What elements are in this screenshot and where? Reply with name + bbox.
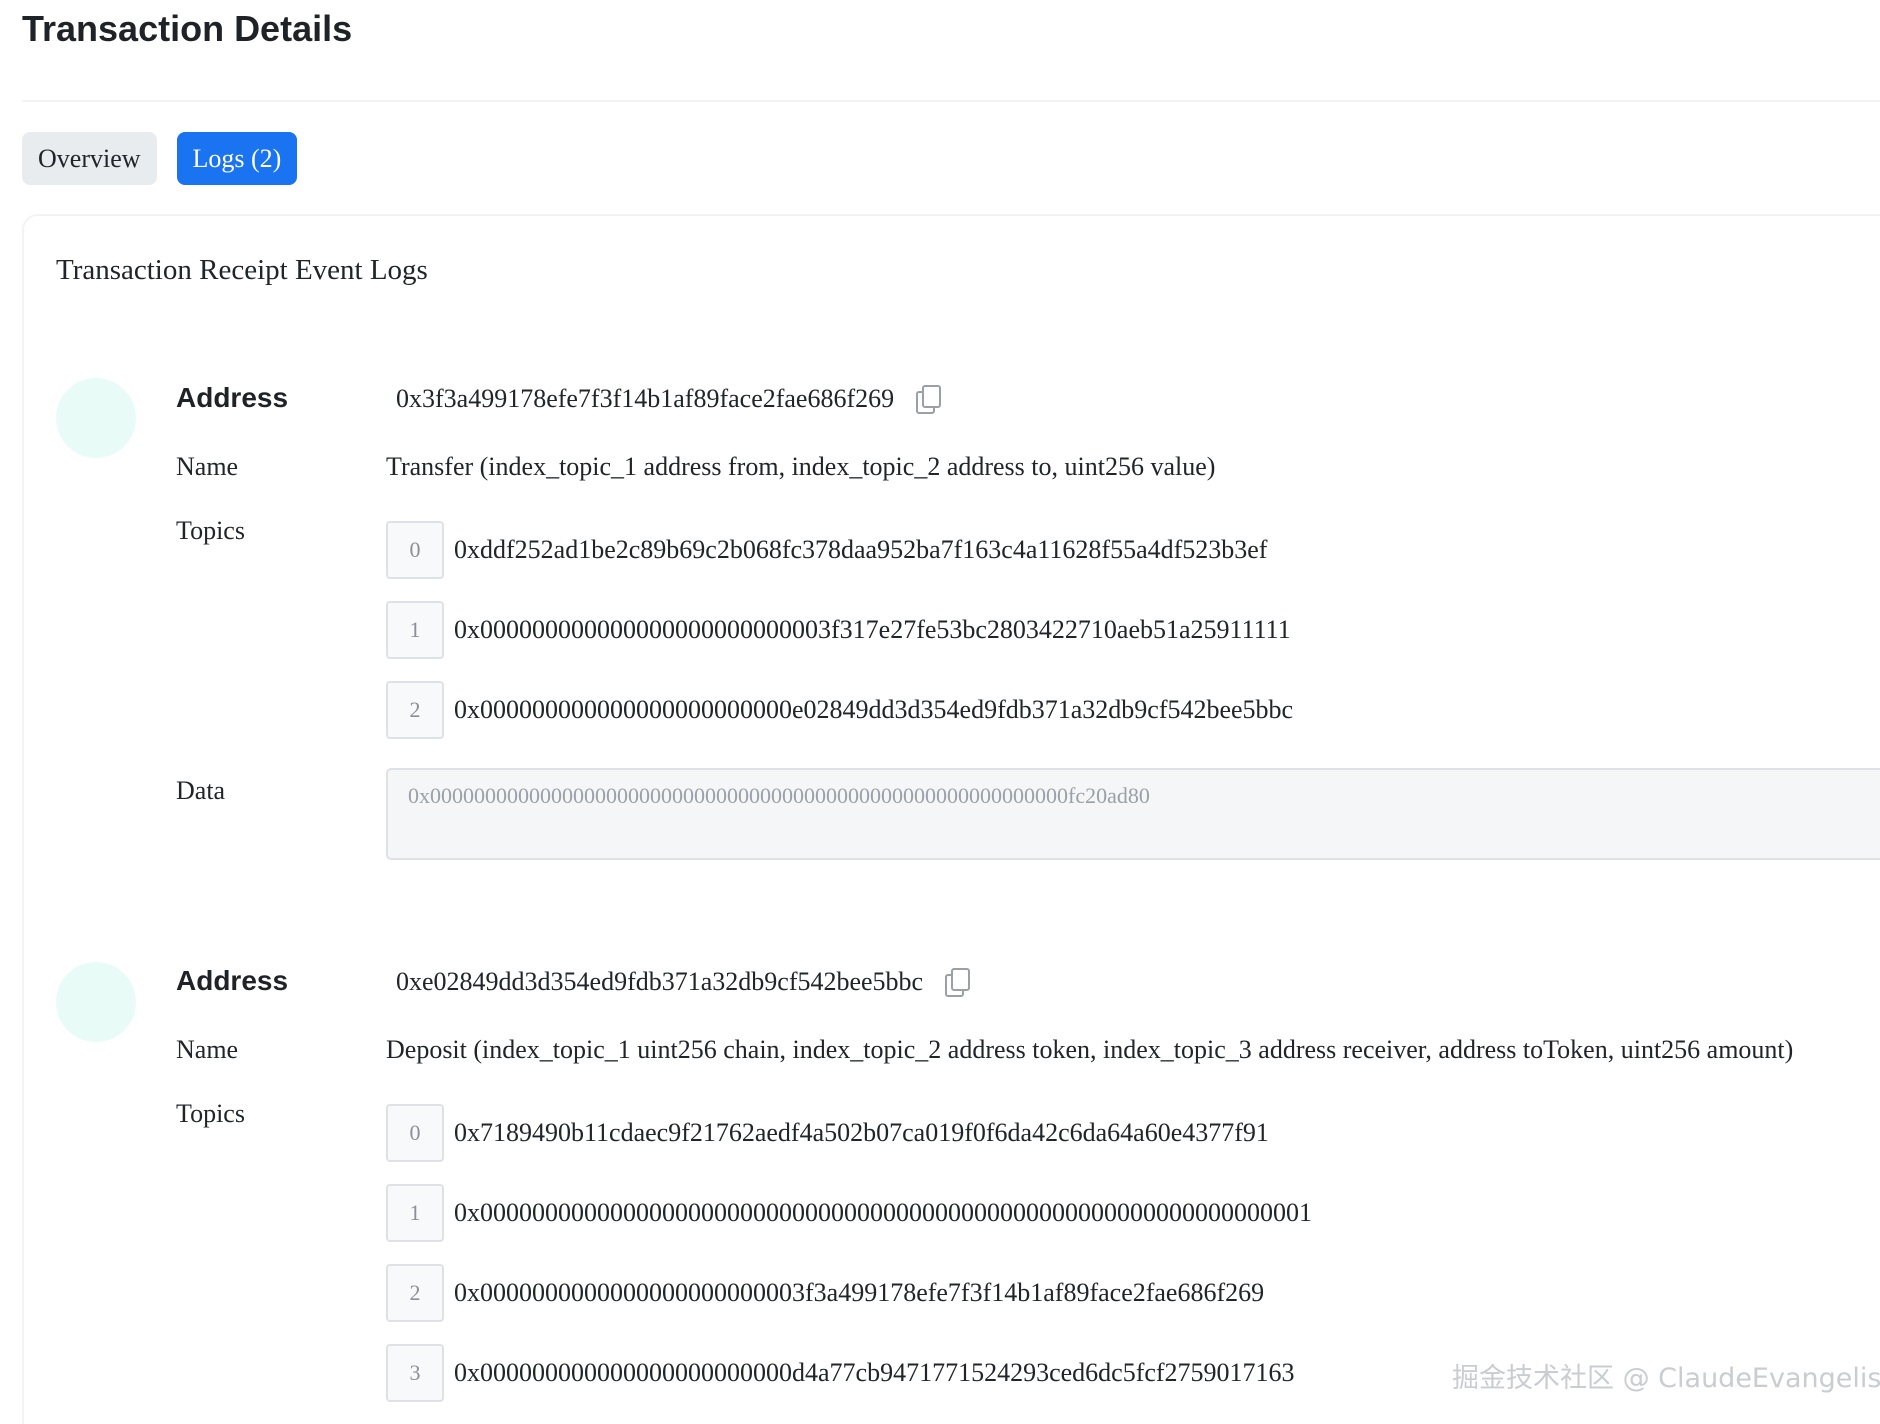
page: Transaction Details Overview Logs (2) Tr… bbox=[0, 0, 1880, 1424]
topic-row: 0 0x7189490b11cdaec9f21762aedf4a502b07ca… bbox=[386, 1103, 1269, 1163]
address-text[interactable]: 0x3f3a499178efe7f3f14b1af89face2fae686f2… bbox=[396, 384, 894, 414]
event-name: Deposit (index_topic_1 uint256 chain, in… bbox=[386, 1035, 1794, 1064]
copy-icon[interactable] bbox=[914, 385, 942, 414]
topic-index: 1 bbox=[386, 1184, 444, 1242]
topic-index: 2 bbox=[386, 681, 444, 739]
topic-index: 2 bbox=[386, 1264, 444, 1322]
page-title: Transaction Details bbox=[22, 8, 353, 49]
topic-row: 1 0x000000000000000000000000003f317e27fe… bbox=[386, 600, 1291, 660]
topics-label: Topics bbox=[176, 1099, 245, 1128]
card-title: Transaction Receipt Event Logs bbox=[56, 254, 428, 286]
topic-value[interactable]: 0x00000000000000000000000000000000000000… bbox=[454, 1198, 1312, 1228]
topic-row: 3 0x000000000000000000000000d4a77cb94717… bbox=[386, 1343, 1295, 1403]
tab-overview[interactable]: Overview bbox=[22, 132, 157, 185]
topic-index: 0 bbox=[386, 521, 444, 579]
topic-index: 3 bbox=[386, 1344, 444, 1402]
tab-logs[interactable]: Logs (2) bbox=[176, 132, 298, 185]
watermark: 掘金技术社区 @ ClaudeEvangelist bbox=[1452, 1363, 1880, 1394]
tab-bar: Overview Logs (2) bbox=[22, 132, 298, 185]
log-avatar bbox=[56, 962, 136, 1042]
topic-value[interactable]: 0x000000000000000000000000e02849dd3d354e… bbox=[454, 695, 1293, 725]
topic-row: 0 0xddf252ad1be2c89b69c2b068fc378daa952b… bbox=[386, 520, 1267, 580]
topic-index: 1 bbox=[386, 601, 444, 659]
topic-index: 0 bbox=[386, 1104, 444, 1162]
address-text[interactable]: 0xe02849dd3d354ed9fdb371a32db9cf542bee5b… bbox=[396, 967, 923, 997]
address-label: Address bbox=[176, 965, 289, 996]
address-value: 0xe02849dd3d354ed9fdb371a32db9cf542bee5b… bbox=[396, 967, 971, 997]
name-label: Name bbox=[176, 452, 239, 481]
topic-row: 1 0x000000000000000000000000000000000000… bbox=[386, 1183, 1312, 1243]
topics-label: Topics bbox=[176, 516, 245, 545]
topic-row: 2 0x0000000000000000000000003f3a499178ef… bbox=[386, 1263, 1264, 1323]
topic-value[interactable]: 0x000000000000000000000000003f317e27fe53… bbox=[454, 615, 1291, 645]
address-value: 0x3f3a499178efe7f3f14b1af89face2fae686f2… bbox=[396, 384, 942, 414]
topic-value[interactable]: 0x7189490b11cdaec9f21762aedf4a502b07ca01… bbox=[454, 1118, 1269, 1148]
event-name: Transfer (index_topic_1 address from, in… bbox=[386, 452, 1216, 481]
topic-value[interactable]: 0x000000000000000000000000d4a77cb9471771… bbox=[454, 1358, 1295, 1388]
address-label: Address bbox=[176, 382, 289, 413]
data-field[interactable]: 0x00000000000000000000000000000000000000… bbox=[386, 768, 1880, 860]
topic-row: 2 0x000000000000000000000000e02849dd3d35… bbox=[386, 680, 1293, 740]
topic-value[interactable]: 0xddf252ad1be2c89b69c2b068fc378daa952ba7… bbox=[454, 535, 1267, 565]
topic-value[interactable]: 0x0000000000000000000000003f3a499178efe7… bbox=[454, 1278, 1264, 1308]
log-avatar bbox=[56, 378, 136, 458]
title-divider bbox=[22, 100, 1880, 102]
copy-icon[interactable] bbox=[943, 968, 971, 997]
name-label: Name bbox=[176, 1035, 239, 1064]
data-label: Data bbox=[176, 776, 226, 805]
